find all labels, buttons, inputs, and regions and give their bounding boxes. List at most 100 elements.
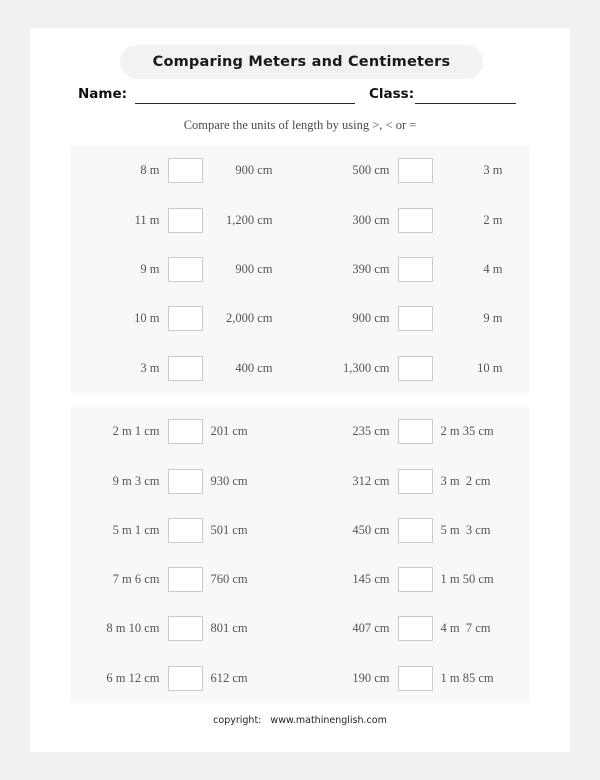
right-operand: 760 cm — [210, 572, 248, 587]
comparison-answer-box[interactable] — [167, 207, 203, 233]
right-operand: 4 m — [483, 262, 503, 276]
right-operand: 801 cm — [210, 621, 248, 636]
comparison-answer-box[interactable] — [167, 355, 203, 381]
comparison-problem-row: 300 cm 2 m — [300, 195, 530, 244]
comparison-problem-row: 190 cm 1 m 85 cm — [300, 654, 530, 703]
comparison-problem-row: 8 m 10 cm 801 cm — [70, 604, 300, 653]
left-operand: 2 m 1 cm — [112, 424, 160, 439]
comparison-problem-row: 407 cm 4 m 7 cm — [300, 604, 530, 653]
comparison-answer-box[interactable] — [397, 468, 433, 494]
comparison-answer-box[interactable] — [397, 517, 433, 543]
comparison-problem-row: 8 m 900 cm — [70, 146, 300, 195]
comparison-answer-box[interactable] — [397, 355, 433, 381]
problem-panel-1: 8 m 900 cm 11 m 1,200 cm 9 m 900 cm 10 m 2,000 … — [70, 146, 530, 393]
comparison-problem-row: 900 cm 9 m — [300, 294, 530, 343]
page-title: Comparing Meters and Centimeters — [152, 54, 451, 70]
problem-panel-2: 2 m 1 cm 201 cm 9 m 3 cm 930 cm 5 m 1 cm 501 … — [70, 407, 530, 703]
left-operand: 900 cm — [352, 311, 390, 326]
comparison-problem-row: 10 m 2,000 cm — [70, 294, 300, 343]
right-operand: 5 m 3 cm — [440, 522, 491, 537]
comparison-problem-row: 145 cm 1 m 50 cm — [300, 555, 530, 604]
comparison-answer-box[interactable] — [167, 665, 203, 691]
comparison-answer-box[interactable] — [167, 257, 203, 282]
right-operand: 10 m — [477, 360, 503, 375]
worksheet-page: Comparing Meters and Centimeters Name: C… — [30, 28, 570, 752]
left-operand: 7 m 6 cm — [112, 572, 160, 587]
student-info-row: Name: Class: — [30, 86, 570, 108]
problem-column: 500 cm 3 m 300 cm 2 m 390 cm 4 m 900 cm 9 m 1,30… — [300, 146, 530, 393]
comparison-answer-box[interactable] — [167, 158, 203, 184]
right-operand: 2 m — [483, 212, 503, 227]
comparison-answer-box[interactable] — [397, 158, 433, 184]
comparison-problem-row: 2 m 1 cm 201 cm — [70, 407, 300, 456]
problem-column: 8 m 900 cm 11 m 1,200 cm 9 m 900 cm 10 m 2,000 … — [70, 146, 300, 393]
comparison-answer-box[interactable] — [397, 306, 433, 332]
left-operand: 450 cm — [352, 522, 390, 537]
left-operand: 407 cm — [352, 621, 390, 636]
right-operand: 930 cm — [210, 473, 248, 488]
right-operand: 3 m — [483, 163, 503, 178]
comparison-problem-row: 500 cm 3 m — [300, 146, 530, 195]
right-operand: 2,000 cm — [225, 311, 273, 326]
comparison-problem-row: 7 m 6 cm 760 cm — [70, 555, 300, 604]
name-label: Name: — [78, 86, 128, 102]
left-operand: 300 cm — [352, 212, 390, 227]
comparison-problem-row: 11 m 1,200 cm — [70, 195, 300, 244]
left-operand: 312 cm — [352, 473, 390, 488]
problem-column: 235 cm 2 m 35 cm 312 cm 3 m 2 cm 450 cm 5 m 3… — [300, 407, 530, 703]
right-operand: 1,200 cm — [225, 212, 273, 227]
right-operand: 900 cm — [235, 262, 273, 276]
left-operand: 9 m — [140, 262, 160, 276]
right-operand: 9 m — [483, 311, 503, 326]
left-operand: 6 m 12 cm — [106, 670, 160, 685]
copyright-footer: copyright: www.mathinenglish.com — [213, 715, 387, 726]
left-operand: 390 cm — [352, 262, 390, 276]
left-operand: 3 m — [140, 360, 160, 375]
comparison-problem-row: 450 cm 5 m 3 cm — [300, 506, 530, 555]
left-operand: 145 cm — [352, 572, 390, 587]
comparison-answer-box[interactable] — [397, 257, 433, 282]
left-operand: 10 m — [134, 311, 160, 326]
comparison-problem-row: 235 cm 2 m 35 cm — [300, 407, 530, 456]
instruction-text: Compare the units of length by using >, … — [183, 118, 417, 132]
left-operand: 500 cm — [352, 163, 390, 178]
comparison-problem-row: 5 m 1 cm 501 cm — [70, 506, 300, 555]
problem-column: 2 m 1 cm 201 cm 9 m 3 cm 930 cm 5 m 1 cm 501 … — [70, 407, 300, 703]
right-operand: 1 m 50 cm — [440, 572, 494, 587]
comparison-answer-box[interactable] — [167, 616, 203, 642]
left-operand: 11 m — [134, 212, 160, 227]
right-operand: 201 cm — [210, 424, 248, 439]
left-operand: 190 cm — [352, 670, 390, 685]
comparison-answer-box[interactable] — [167, 468, 203, 494]
comparison-answer-box[interactable] — [397, 616, 433, 642]
left-operand: 1,300 cm — [342, 360, 390, 375]
comparison-answer-box[interactable] — [167, 306, 203, 332]
comparison-answer-box[interactable] — [167, 419, 203, 445]
right-operand: 3 m 2 cm — [440, 473, 491, 488]
comparison-answer-box[interactable] — [397, 207, 433, 233]
comparison-problem-row: 9 m 900 cm — [70, 245, 300, 294]
comparison-answer-box[interactable] — [397, 665, 433, 691]
class-label: Class: — [369, 86, 415, 102]
right-operand: 2 m 35 cm — [440, 424, 494, 439]
left-operand: 235 cm — [352, 424, 390, 439]
class-input-line[interactable] — [415, 103, 516, 104]
left-operand: 8 m 10 cm — [106, 621, 160, 636]
comparison-problem-row: 3 m 400 cm — [70, 344, 300, 393]
comparison-problem-row: 390 cm 4 m — [300, 245, 530, 294]
comparison-problem-row: 1,300 cm 10 m — [300, 344, 530, 393]
right-operand: 501 cm — [210, 522, 248, 537]
name-input-line[interactable] — [135, 103, 355, 104]
left-operand: 8 m — [140, 163, 160, 178]
comparison-problem-row: 9 m 3 cm 930 cm — [70, 456, 300, 505]
comparison-problem-row: 312 cm 3 m 2 cm — [300, 456, 530, 505]
comparison-answer-box[interactable] — [167, 567, 203, 593]
right-operand: 4 m 7 cm — [440, 621, 491, 636]
right-operand: 900 cm — [235, 163, 273, 178]
comparison-answer-box[interactable] — [167, 517, 203, 543]
comparison-answer-box[interactable] — [397, 567, 433, 593]
left-operand: 9 m 3 cm — [112, 473, 160, 488]
comparison-answer-box[interactable] — [397, 419, 433, 445]
right-operand: 400 cm — [235, 360, 273, 375]
right-operand: 1 m 85 cm — [440, 670, 494, 685]
